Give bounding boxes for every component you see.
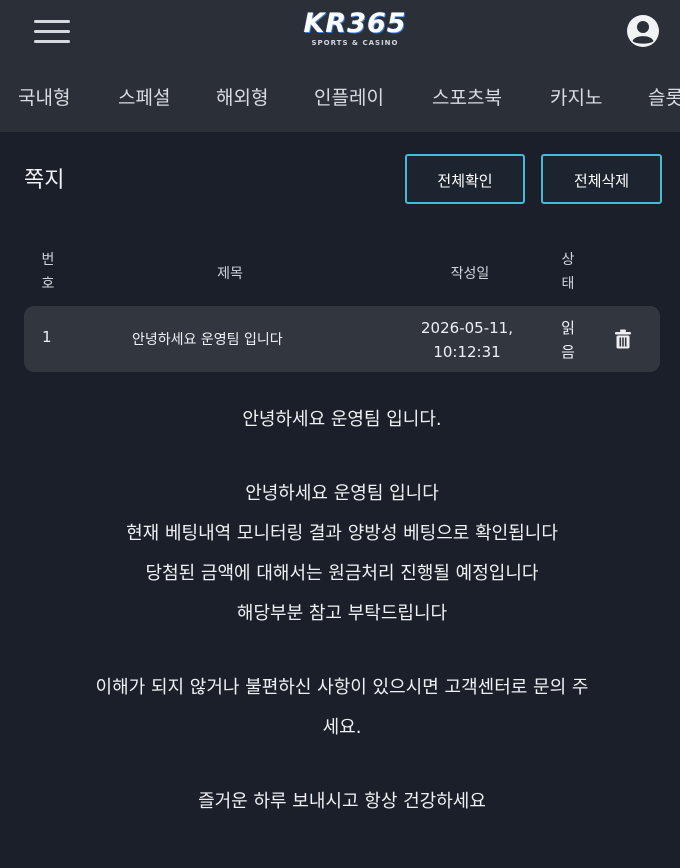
content-area: 쪽지 전체확인 전체삭제 번 호 제목 작성일 상 태 1 안녕하세요 운영팀 …	[0, 132, 680, 868]
top-bar: KR365 SPORTS & CASINO	[0, 0, 680, 62]
column-header-number-line1: 번	[41, 252, 55, 268]
row-number: 1	[42, 328, 52, 346]
row-date-line2: 10:12:31	[433, 343, 501, 361]
site-logo[interactable]: KR365 SPORTS & CASINO	[292, 10, 418, 52]
row-status-line2: 음	[561, 343, 575, 361]
column-header-number-line2: 호	[41, 276, 55, 292]
nav-item-slot[interactable]: 슬롯	[648, 86, 680, 110]
column-header-status: 상 태	[554, 248, 582, 296]
message-line: 세요.	[322, 717, 362, 738]
message-line: 현재 베팅내역 모니터링 결과 양방성 베팅으로 확인됩니다	[126, 523, 558, 544]
nav-item-casino[interactable]: 카지노	[550, 86, 602, 110]
delete-all-button[interactable]: 전체삭제	[541, 154, 662, 204]
message-line: 해당부분 참고 부탁드립니다	[236, 603, 448, 624]
column-header-number: 번 호	[34, 248, 62, 296]
message-line: 안녕하세요 운영팀 입니다	[245, 483, 439, 504]
row-title[interactable]: 안녕하세요 운영팀 입니다	[132, 329, 283, 349]
column-header-status-line2: 태	[561, 276, 575, 292]
messages-page: KR365 SPORTS & CASINO 국내형 스페셜 해외형 인플레이 스…	[0, 0, 680, 868]
nav-item-special[interactable]: 스페셜	[118, 86, 170, 110]
nav-item-inplay[interactable]: 인플레이	[314, 86, 384, 110]
user-circle-icon[interactable]	[626, 14, 660, 48]
row-date-line1: 2026-05-11,	[421, 319, 513, 337]
message-line: 당첨된 금액에 대해서는 원금처리 진행될 예정입니다	[145, 563, 539, 584]
nav-item-domestic[interactable]: 국내형	[18, 86, 70, 110]
message-heading: 안녕하세요 운영팀 입니다.	[242, 409, 442, 430]
logo-sub-text: SPORTS & CASINO	[311, 39, 399, 47]
hamburger-icon[interactable]	[34, 18, 70, 44]
message-body: 안녕하세요 운영팀 입니다. 안녕하세요 운영팀 입니다 현재 베팅내역 모니터…	[24, 400, 660, 822]
column-header-title: 제목	[217, 266, 243, 282]
message-line: 이해가 되지 않거나 불편하신 사항이 있으시면 고객센터로 문의 주	[95, 677, 589, 698]
message-line: 즐거운 하루 보내시고 항상 건강하세요	[198, 791, 486, 812]
nav-item-overseas[interactable]: 해외형	[216, 86, 268, 110]
trash-icon[interactable]	[614, 329, 632, 349]
row-date: 2026-05-11, 10:12:31	[402, 316, 532, 364]
page-title: 쪽지	[24, 168, 65, 193]
category-nav: 국내형 스페셜 해외형 인플레이 스포츠북 카지노 슬롯	[0, 62, 680, 132]
table-row[interactable]: 1 안녕하세요 운영팀 입니다 2026-05-11, 10:12:31 읽 음	[24, 306, 660, 372]
read-all-button[interactable]: 전체확인	[405, 154, 525, 204]
row-status-line1: 읽	[561, 319, 575, 337]
row-status: 읽 음	[554, 316, 582, 364]
logo-main-text: KR365	[303, 8, 407, 39]
column-header-status-line1: 상	[561, 252, 575, 268]
column-header-date: 작성일	[450, 266, 490, 282]
nav-item-sportsbook[interactable]: 스포츠북	[432, 86, 502, 110]
